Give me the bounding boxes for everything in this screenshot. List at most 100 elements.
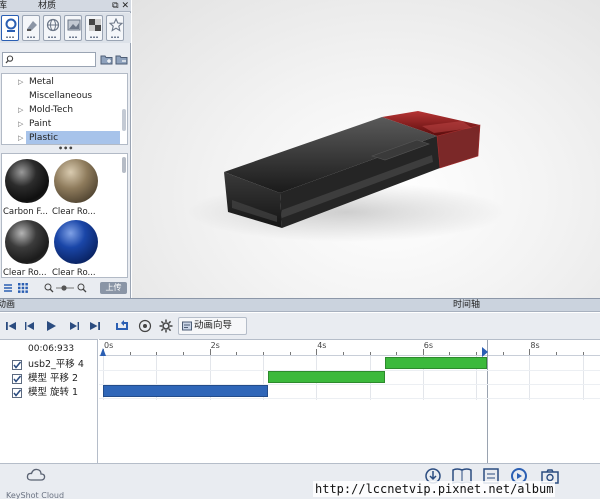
ruler-tick (289, 352, 291, 355)
tab-materials[interactable]: 材质 (38, 0, 56, 12)
ruler-tick (449, 352, 451, 355)
ruler-tick-label: 6s (423, 341, 434, 350)
ruler-tick-label: 2s (210, 341, 220, 350)
expand-arrow-icon[interactable]: ▷ (18, 117, 23, 131)
material-name: Clear Ro... (52, 268, 96, 278)
material-preview (5, 159, 49, 203)
material-thumbnail[interactable]: Clear Ro... (52, 156, 100, 219)
loop-icon[interactable] (114, 318, 130, 334)
settings-gear-icon[interactable] (158, 318, 174, 334)
render-viewport[interactable] (132, 0, 600, 298)
wizard-icon (182, 321, 192, 331)
watermark-url: http://lccnetvip.pixnet.net/album (313, 481, 556, 497)
zoom-out-icon[interactable] (44, 283, 54, 293)
go-to-end-icon[interactable] (87, 318, 103, 334)
expand-arrow-icon[interactable]: ▷ (18, 103, 23, 117)
search-input[interactable] (15, 53, 95, 66)
animation-toolbar: 动画向导 (0, 313, 600, 339)
timeline-gridline (529, 356, 531, 400)
track-visibility-checkbox[interactable] (12, 388, 22, 398)
tree-scrollbar[interactable] (122, 109, 126, 131)
timeline-ruler[interactable]: 0s 2s 4s 6s 8s (99, 340, 600, 356)
go-to-start-icon[interactable] (3, 318, 19, 334)
track-row[interactable]: 模型 旋转 1 (12, 387, 98, 400)
ruler-tick (476, 352, 478, 355)
track-row[interactable]: usb2_平移 4 (12, 359, 98, 372)
keyshot-cloud-label[interactable]: KeyShot Cloud (6, 491, 64, 499)
category-icon-row: ... ... ... ... ... ... (0, 13, 131, 43)
playhead-handle-icon[interactable] (482, 347, 488, 357)
search-box[interactable] (2, 52, 96, 67)
ruler-tick (422, 349, 424, 355)
step-back-icon[interactable] (22, 318, 38, 334)
favorites-icon[interactable]: ... (106, 15, 124, 41)
panel-window-controls[interactable]: ⧉ ✕ (112, 0, 129, 12)
list-view-icon[interactable] (3, 283, 13, 293)
category-dots: ... (47, 31, 57, 40)
folder-add-icon[interactable] (100, 53, 114, 66)
camera-icon[interactable] (137, 318, 153, 334)
material-thumbnail-grid: Carbon F... Clear Ro... Clear Ro... Clea… (1, 153, 128, 278)
material-thumbnail[interactable]: Clear Ro... (3, 217, 51, 277)
material-thumbnail[interactable]: Clear Ro... (52, 217, 100, 277)
material-preview (5, 220, 49, 264)
ruler-tick (342, 352, 344, 355)
ruler-tick (502, 352, 504, 355)
texture-icon[interactable]: ... (85, 15, 103, 41)
expand-arrow-icon[interactable]: ▷ (18, 131, 23, 144)
play-icon[interactable] (43, 318, 59, 334)
animation-wizard-button[interactable]: 动画向导 (178, 317, 247, 335)
tree-item-label: Miscellaneous (29, 91, 93, 101)
timeline-row-divider (99, 398, 600, 399)
track-visibility-checkbox[interactable] (12, 360, 22, 370)
track-visibility-checkbox[interactable] (12, 374, 22, 384)
materials-icon[interactable]: ... (1, 15, 19, 41)
expand-arrow-icon[interactable]: ▷ (18, 75, 23, 89)
material-folder-tree: ▷ Metal Miscellaneous ▷ Mold-Tech ▷ Pain… (1, 73, 128, 145)
folder-remove-icon[interactable] (115, 53, 129, 66)
category-dots: ... (26, 31, 36, 40)
tree-item[interactable]: ▷ Mold-Tech (2, 103, 122, 117)
ruler-tick (182, 352, 184, 355)
grid-view-icon[interactable] (18, 283, 28, 293)
cloud-icon[interactable] (26, 466, 46, 484)
tree-item[interactable]: Miscellaneous (2, 89, 122, 103)
tree-item-label: Metal (29, 77, 54, 87)
ruler-tick (236, 352, 238, 355)
tree-item-selected[interactable]: ▷ Plastic (2, 131, 122, 144)
category-dots: ... (68, 31, 78, 40)
ruler-tick (369, 352, 371, 355)
start-marker-icon[interactable] (100, 348, 106, 356)
track-name: 模型 旋转 1 (28, 387, 79, 398)
animation-panel-header: 动画 时间轴 (0, 298, 600, 312)
upload-button[interactable]: 上传 (100, 282, 127, 294)
ruler-tick (529, 349, 531, 355)
animation-clip-bar[interactable] (385, 357, 487, 369)
timeline-playhead[interactable] (486, 340, 488, 464)
tree-item[interactable]: ▷ Paint (2, 117, 122, 131)
timeline[interactable]: 0s 2s 4s 6s 8s (99, 339, 600, 464)
material-preview (54, 159, 98, 203)
step-forward-icon[interactable] (66, 318, 82, 334)
environment-icon[interactable]: ... (43, 15, 61, 41)
tree-item[interactable]: ▷ Metal (2, 75, 122, 89)
track-row[interactable]: 模型 平移 2 (12, 373, 98, 386)
usb-drive-model[interactable] (132, 0, 600, 298)
animation-clip-bar[interactable] (103, 385, 269, 397)
library-bottom-bar: 上传 (0, 280, 131, 297)
tab-library[interactable]: 库 (0, 0, 7, 12)
backplate-icon[interactable]: ... (64, 15, 82, 41)
material-thumbnail[interactable]: Carbon F... (3, 156, 51, 219)
animation-track-list: 00:06:933 usb2_平移 4 模型 平移 2 模型 旋转 1 (0, 339, 98, 463)
animation-wizard-label: 动画向导 (194, 320, 233, 331)
panel-splitter[interactable]: ••• (58, 145, 73, 153)
timeline-gridline (582, 356, 584, 400)
tree-item-label: Paint (29, 119, 52, 129)
paint-icon[interactable]: ... (22, 15, 40, 41)
track-name: 模型 平移 2 (28, 373, 79, 384)
thumbnail-scrollbar[interactable] (122, 157, 126, 173)
animation-clip-bar[interactable] (268, 371, 386, 383)
zoom-in-icon[interactable] (77, 283, 87, 293)
thumbnail-size-slider[interactable] (56, 285, 74, 291)
animation-panel-title: 动画 (0, 300, 16, 310)
